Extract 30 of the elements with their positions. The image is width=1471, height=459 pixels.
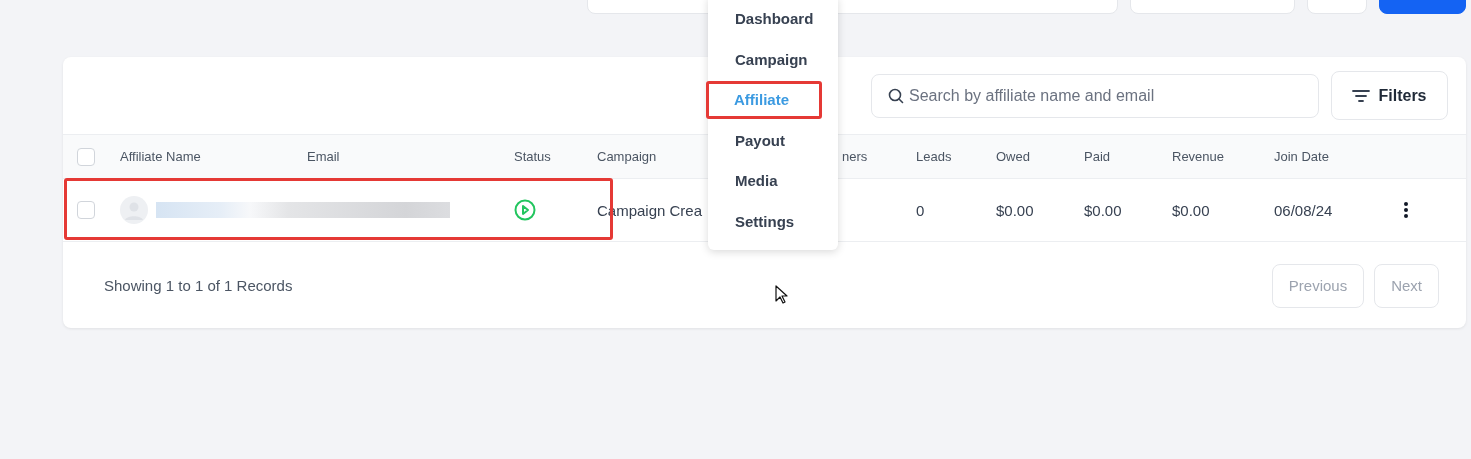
row-checkbox[interactable]: [77, 201, 95, 219]
records-summary: Showing 1 to 1 of 1 Records: [104, 277, 293, 294]
menu-item[interactable]: Settings: [708, 201, 838, 242]
menu-item[interactable]: Payout: [708, 120, 838, 161]
column-header: Email: [307, 149, 340, 164]
column-header: Affiliate Name: [120, 149, 201, 164]
menu-item[interactable]: Campaign: [708, 39, 838, 80]
column-header: Campaign: [597, 149, 657, 164]
search-field[interactable]: Search by affiliate name and email: [871, 73, 1319, 118]
table-cell: $0.00: [1084, 201, 1122, 219]
column-header: Leads: [916, 149, 952, 164]
column-header: ners: [842, 149, 868, 164]
avatar-icon: [120, 196, 148, 224]
column-header: Revenue: [1172, 149, 1225, 164]
menu-item[interactable]: Dashboard: [708, 0, 838, 40]
table-cell: $0.00: [996, 201, 1034, 219]
filter-icon: [1352, 88, 1371, 103]
more-icon[interactable]: [1403, 201, 1409, 219]
column-header: Status: [514, 149, 551, 164]
cursor-icon: [775, 285, 789, 305]
table-cell: 0: [916, 201, 925, 219]
column-header: Owed: [996, 149, 1030, 164]
table-cell: 06/08/24: [1274, 201, 1333, 219]
column-header: Join Date: [1274, 149, 1329, 164]
column-header: Paid: [1084, 149, 1111, 164]
select-all-checkbox[interactable]: [77, 147, 95, 166]
table-cell: $0.00: [1172, 201, 1210, 219]
filters-button[interactable]: Filters: [1331, 71, 1448, 120]
menu-item[interactable]: Media: [708, 161, 838, 202]
search-icon: [888, 87, 904, 104]
